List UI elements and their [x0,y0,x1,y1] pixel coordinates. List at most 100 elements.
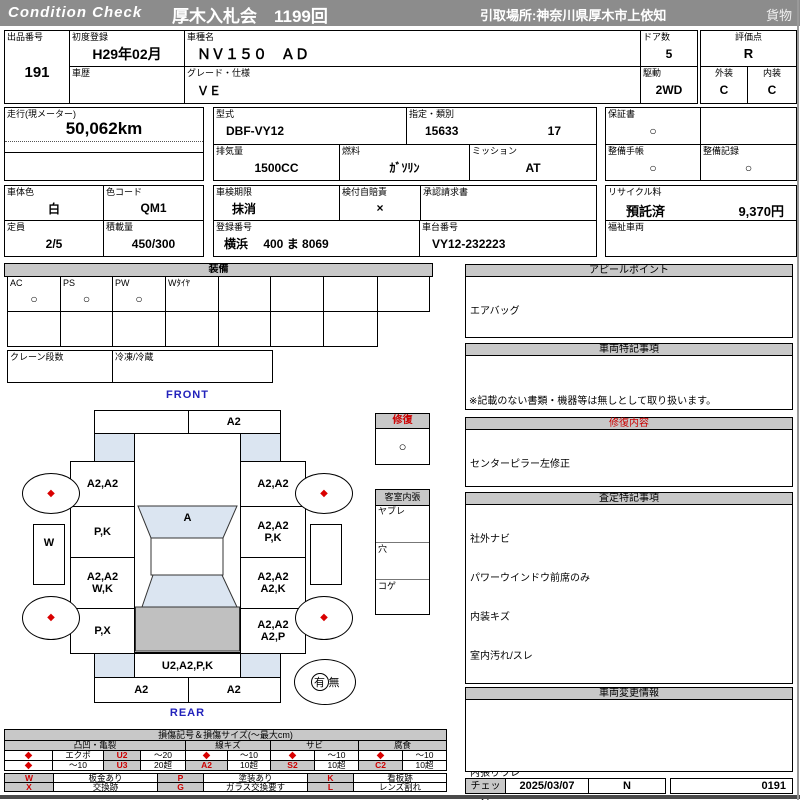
door-rear-left: A2,A2 W,K [70,557,135,609]
equipment-cell-empty [323,276,378,312]
rocker-left-mark: W [43,537,55,549]
registration-number-cell: 登録番号 横浜 400 ま 8069 [213,220,420,257]
legend-mark-x: X [4,782,54,792]
legend-code-a2: A2 [185,760,228,771]
exterior-grade-value: C [719,83,729,97]
equipment-cell-ac: AC ○ [7,276,61,312]
repair-flag-title: 修復 [376,414,429,429]
model-code-cell: 型式 DBF-VY12 [213,107,407,145]
transmission-cell: ミッション AT [469,144,597,181]
grade-cell: グレード・仕様 ＶＥ [184,66,641,104]
door-front-left: P,K [70,506,135,558]
chassis-number-cell: 車台番号 VY12-232223 [419,220,597,257]
assessment-line: 社外ナビ [470,534,510,545]
legend-code-c2: C2 [358,760,403,771]
damage-diamond-icon: ◆ [24,749,33,761]
approval-cell: 承認請求書 [420,185,597,221]
repair-flag-box: 修復 ○ [375,413,430,465]
check-label-cell: チェック [465,778,506,800]
rear-label: REAR [169,707,206,719]
equipment-header: 装備 [4,263,433,277]
check-serial-cell: 0191 [670,778,793,794]
mileage-value: 50,062km [65,119,143,138]
legend-corrosion-size2: 10超 [402,760,447,771]
transmission-value: AT [525,160,541,175]
damage-diamond-icon: ◆ [202,749,211,761]
equipment-mark-pw: ○ [135,292,143,306]
welfare-cell: 福祉車両 [605,220,797,257]
registration-number-value: 横浜 400 ま 8069 [224,237,329,251]
pickup-location: 引取場所:神奈川県厚木市上依知 [480,8,667,23]
spare-no: 無 [328,677,340,689]
legend-dent-size2b: 20超 [140,760,186,771]
rear-corner-right-panel [240,653,281,678]
legend-mark-x-label: 交換跡 [53,782,158,792]
legend-scratch-size2: 10超 [227,760,271,771]
model-code-value: DBF-VY12 [226,124,285,138]
displacement-value: 1500CC [254,160,299,175]
model-name-value: ＮＶ１５０ ＡＤ [197,45,309,62]
check-staff-cell: N [588,778,666,794]
windshield-mark: A [183,512,192,524]
equipment-cell-empty [377,276,430,312]
history-cell: 車歴 [69,66,185,104]
cabin-row-burn: コゲ [376,579,429,617]
damage-diamond-icon: ◆ [47,612,55,623]
rear-hatch: U2,A2,P,K [134,653,241,678]
inspection-value: 抹消 [232,201,257,216]
recycle-fee-cell: リサイクル料 預託済 9,370円 [605,185,797,221]
equipment-mark-ac: ○ [30,292,38,306]
class-value-a: 15633 [425,124,459,138]
maintenance-book-mark: ○ [649,160,657,175]
mileage-divider-solid [5,152,203,153]
warranty-empty-cell [700,107,797,145]
drive-cell: 駆動 2WD [640,66,698,104]
mileage-divider-dotted [5,141,203,142]
front-bumper-right-panel: A2 [226,416,241,428]
damage-diamond-icon: ◆ [288,749,297,761]
auction-sheet: Condition Check 厚木入札会 1199回 引取場所:神奈川県厚木市… [0,0,800,800]
displacement-cell: 排気量 1500CC [213,144,340,181]
history-label: 車歴 [72,68,91,78]
maintenance-record-cell: 整備記録 ○ [700,144,797,181]
front-corner-left-panel [94,433,135,462]
crane-cell: クレーン段数 [7,350,113,383]
appeal-line: エアバッグ [470,306,520,317]
class-cell: 指定・類別 15633 17 [406,107,597,145]
mileage-cell: 走行(現メーター) 50,062km [4,107,204,181]
first-registration-cell: 初度登録 H29年02月 [69,30,185,67]
rocker-panel-left: W [33,524,65,585]
front-label: FRONT [166,389,209,401]
legend-code-u3: U3 [103,760,141,771]
rear-bumper: A2 A2 [94,677,281,703]
cabin-lining-box: 客室内張 ヤブレ 穴 コゲ [375,489,430,615]
fender-front-left: A2,A2 [70,461,135,507]
wheel-rear-right: ◆ [295,596,353,640]
maintenance-record-mark: ○ [744,160,753,175]
damage-diamond-icon: ◆ [47,487,55,499]
legend-dent-size2a: 〜10 [52,760,104,771]
title-bar: Condition Check 厚木入札会 1199回 引取場所:神奈川県厚木市… [0,0,800,26]
grade-value: ＶＥ [197,83,222,98]
damage-diamond-icon: ◆ [376,749,385,761]
equipment-cell-pw: PW ○ [112,276,166,312]
car-glass-roof-graphic [135,505,240,652]
score-cell: 評価点 R [700,30,797,67]
doors-cell: ドア数 5 [640,30,698,67]
legend-code-s2: S2 [270,760,315,771]
wheel-rear-left: ◆ [22,596,80,640]
capacity-value: 2/5 [45,236,63,251]
rear-bumper-right-panel: A2 [226,684,241,696]
equipment-cell-empty [165,311,219,347]
spare-yes-circled: 有 [310,673,329,691]
load-capacity-value: 450/300 [131,236,176,251]
reefer-cell: 冷凍/冷蔵 [112,350,273,383]
recycle-fee-value: 9,370円 [738,204,784,219]
exterior-grade-cell: 外装 C [700,66,748,104]
equipment-cell-empty [7,311,61,347]
doors-value: 5 [665,46,673,61]
insurance-cell: 検付自賠責 × [339,185,421,221]
assessment-line: 室内汚れ/スレ [470,651,533,662]
recycle-fee-label: リサイクル料 [608,187,662,197]
page-bottom-edge [0,795,800,799]
